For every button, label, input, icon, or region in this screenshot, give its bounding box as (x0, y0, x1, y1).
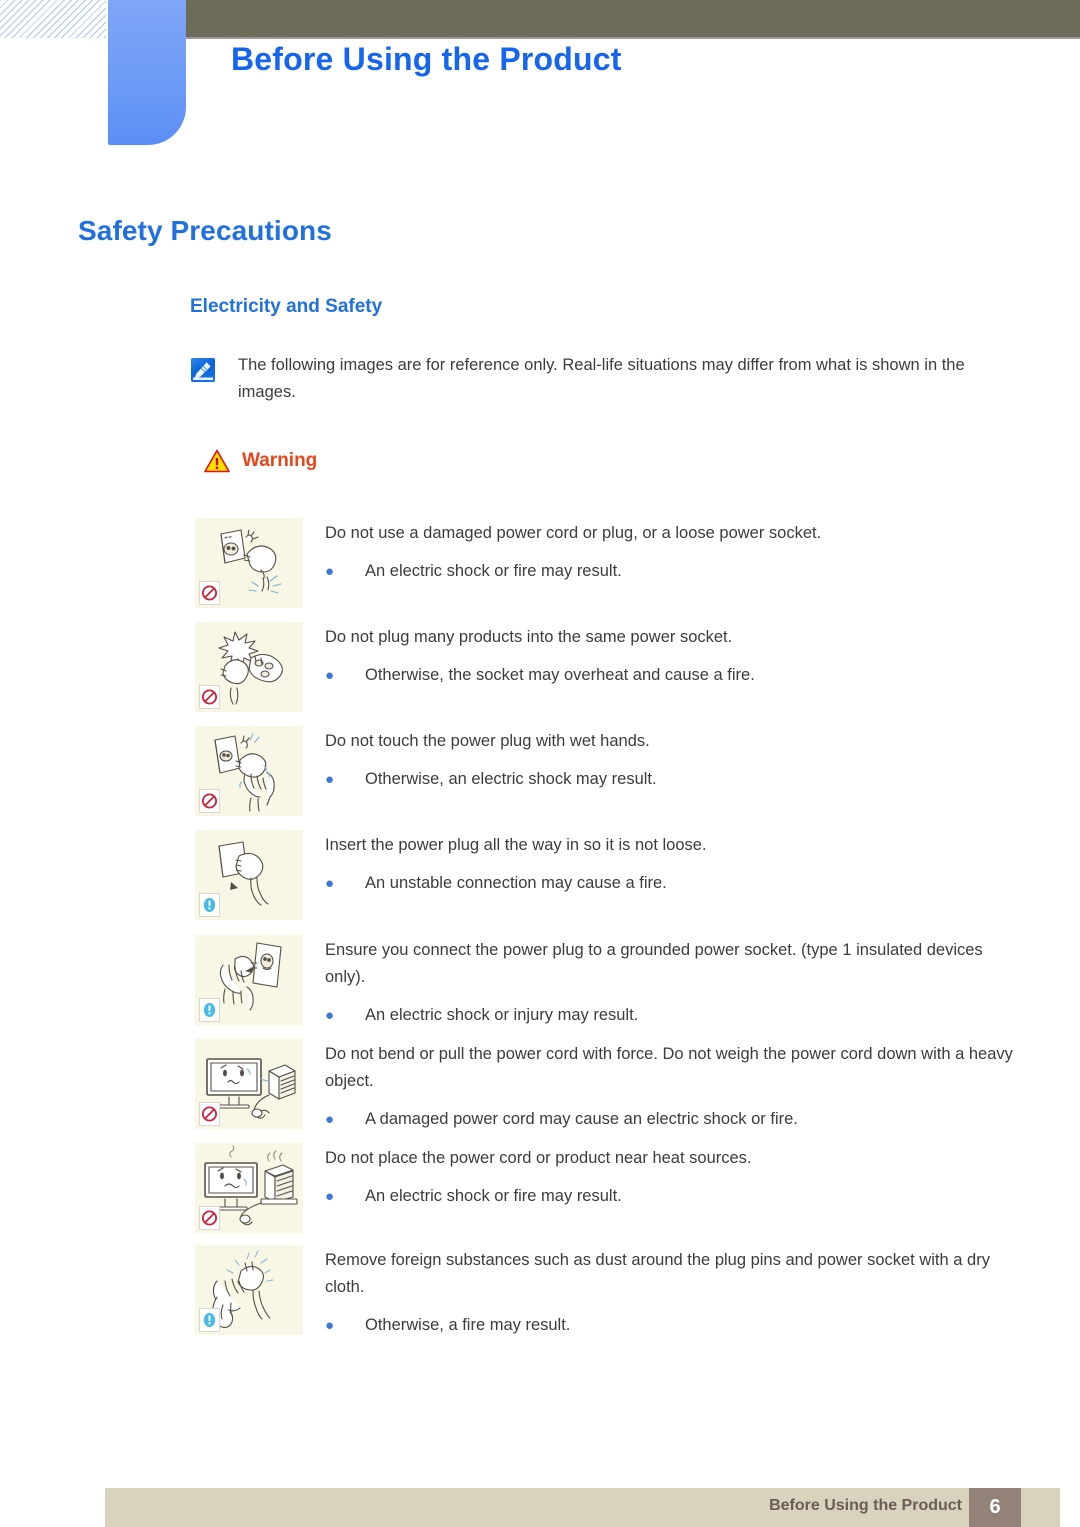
note-text: The following images are for reference o… (238, 356, 965, 401)
bullet-text: A damaged power cord may cause an electr… (365, 1110, 798, 1128)
bullet-dot-icon: ● (325, 1188, 335, 1205)
safety-item: Do not place the power cord or product n… (0, 1143, 1080, 1233)
safety-item-bullets: ● Otherwise, the socket may overheat and… (325, 662, 1025, 689)
safety-item-bullets: ● An unstable connection may cause a fir… (325, 870, 1025, 897)
safety-item-main-text: Do not place the power cord or product n… (325, 1149, 752, 1167)
safety-item: Insert the power plug all the way in so … (0, 830, 1080, 920)
insert-plug-fully-illustration (195, 830, 303, 920)
bullet-dot-icon: ● (325, 563, 335, 580)
bullet-dot-icon: ● (325, 1007, 335, 1024)
bullet-item: ● Otherwise, an electric shock may resul… (325, 766, 1025, 793)
bent-cord-heavy-object-illustration (195, 1039, 303, 1129)
safety-item: Do not bend or pull the power cord with … (0, 1039, 1080, 1133)
bullet-text: Otherwise, an electric shock may result. (365, 770, 657, 788)
bullet-text: An electric shock or fire may result. (365, 1187, 622, 1205)
mandatory-badge (199, 1308, 220, 1332)
prohibition-badge (199, 789, 220, 813)
safety-item: Do not touch the power plug with wet han… (0, 726, 1080, 816)
chapter-tab (108, 0, 186, 145)
bullet-text: Otherwise, the socket may overheat and c… (365, 666, 755, 684)
bullet-item: ● An electric shock or fire may result. (325, 558, 1025, 585)
warning-triangle-icon (204, 449, 230, 473)
safety-item-body: Ensure you connect the power plug to a g… (325, 935, 1025, 1029)
prohibition-badge (199, 1102, 220, 1126)
bullet-item: ● Otherwise, a fire may result. (325, 1312, 1025, 1339)
bullet-dot-icon: ● (325, 771, 335, 788)
safety-item-body: Do not touch the power plug with wet han… (325, 726, 1025, 793)
safety-item-main-text: Ensure you connect the power plug to a g… (325, 941, 983, 986)
note-pen-icon (190, 357, 216, 383)
prohibition-badge (199, 581, 220, 605)
page-number-box: 6 (969, 1488, 1021, 1527)
cord-near-heat-source-illustration (195, 1143, 303, 1233)
bullet-dot-icon: ● (325, 1111, 335, 1128)
header-rule (180, 37, 1080, 39)
safety-item-main-text: Do not touch the power plug with wet han… (325, 732, 650, 750)
safety-item-main-text: Do not use a damaged power cord or plug,… (325, 524, 822, 542)
safety-items-list: Do not use a damaged power cord or plug,… (0, 518, 1080, 1348)
safety-item-body: Remove foreign substances such as dust a… (325, 1245, 1025, 1339)
safety-item: Do not use a damaged power cord or plug,… (0, 518, 1080, 608)
bullet-text: An electric shock or injury may result. (365, 1006, 639, 1024)
bullet-item: ● An electric shock or fire may result. (325, 1183, 1025, 1210)
corner-hatch-pattern (0, 0, 106, 38)
safety-item-main-text: Do not bend or pull the power cord with … (325, 1045, 1013, 1090)
safety-item-bullets: ● An electric shock or fire may result. (325, 558, 1025, 585)
bullet-item: ● A damaged power cord may cause an elec… (325, 1106, 1025, 1133)
bullet-text: Otherwise, a fire may result. (365, 1316, 571, 1334)
safety-item-body: Do not use a damaged power cord or plug,… (325, 518, 1025, 585)
damaged-power-plug-illustration (195, 518, 303, 608)
bullet-item: ● Otherwise, the socket may overheat and… (325, 662, 1025, 689)
page-number: 6 (989, 1496, 1001, 1518)
note-block: The following images are for reference o… (190, 352, 990, 406)
safety-item-main-text: Do not plug many products into the same … (325, 628, 733, 646)
safety-item-body: Insert the power plug all the way in so … (325, 830, 1025, 897)
safety-item-bullets: ● An electric shock or injury may result… (325, 1002, 1025, 1029)
safety-item: Remove foreign substances such as dust a… (0, 1245, 1080, 1339)
safety-item-bullets: ● An electric shock or fire may result. (325, 1183, 1025, 1210)
bullet-item: ● An electric shock or injury may result… (325, 1002, 1025, 1029)
page-title: Safety Precautions (78, 215, 332, 246)
bullet-item: ● An unstable connection may cause a fir… (325, 870, 1025, 897)
clean-plug-pins-illustration (195, 1245, 303, 1335)
warning-heading: Warning (204, 449, 317, 473)
safety-item-main-text: Insert the power plug all the way in so … (325, 836, 707, 854)
bullet-dot-icon: ● (325, 1317, 335, 1334)
prohibition-badge (199, 685, 220, 709)
safety-item-body: Do not plug many products into the same … (325, 622, 1025, 689)
safety-item-bullets: ● Otherwise, a fire may result. (325, 1312, 1025, 1339)
header-band (180, 0, 1080, 37)
warning-label: Warning (242, 450, 318, 471)
chapter-title: Before Using the Product (231, 41, 622, 77)
wet-hands-plug-illustration (195, 726, 303, 816)
safety-item-bullets: ● A damaged power cord may cause an elec… (325, 1106, 1025, 1133)
prohibition-badge (199, 1206, 220, 1230)
footer-label: Before Using the Product (769, 1497, 962, 1514)
grounded-socket-illustration (195, 935, 303, 1025)
safety-item-main-text: Remove foreign substances such as dust a… (325, 1251, 990, 1296)
safety-item-body: Do not bend or pull the power cord with … (325, 1039, 1025, 1133)
safety-item: Ensure you connect the power plug to a g… (0, 935, 1080, 1029)
overloaded-power-strip-illustration (195, 622, 303, 712)
mandatory-badge (199, 893, 220, 917)
mandatory-badge (199, 998, 220, 1022)
bullet-dot-icon: ● (325, 875, 335, 892)
bullet-dot-icon: ● (325, 667, 335, 684)
safety-item-bullets: ● Otherwise, an electric shock may resul… (325, 766, 1025, 793)
bullet-text: An unstable connection may cause a fire. (365, 874, 667, 892)
subsection-title: Electricity and Safety (190, 296, 383, 317)
bullet-text: An electric shock or fire may result. (365, 562, 622, 580)
safety-item-body: Do not place the power cord or product n… (325, 1143, 1025, 1210)
safety-item: Do not plug many products into the same … (0, 622, 1080, 712)
